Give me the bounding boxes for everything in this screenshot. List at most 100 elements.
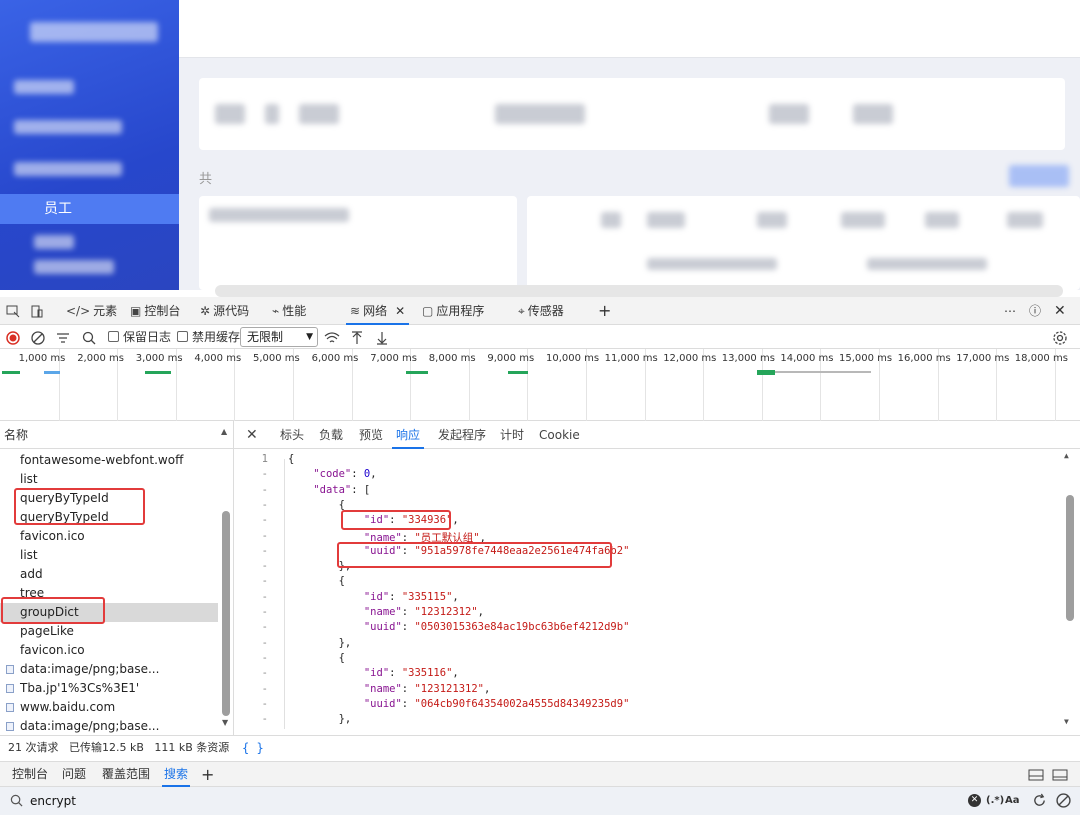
add-tab-icon[interactable]: + <box>598 297 611 325</box>
tab-sources[interactable]: ✲ 源代码 <box>200 297 249 325</box>
checkbox-box[interactable] <box>177 331 188 342</box>
request-row[interactable]: favicon.ico <box>0 527 218 546</box>
device-toggle-icon[interactable] <box>30 297 44 325</box>
drawer-tab-coverage[interactable]: 覆盖范围 <box>102 762 150 787</box>
sort-up-icon[interactable]: ▲ <box>221 427 227 436</box>
clear-icon[interactable] <box>31 325 45 349</box>
close-tab-icon[interactable]: ✕ <box>395 304 405 318</box>
clear-search-icon[interactable]: ✕ <box>968 794 981 807</box>
table-blurred <box>757 212 787 228</box>
line-number: - <box>261 621 268 634</box>
network-overview-timeline[interactable]: 1,000 ms 2,000 ms 3,000 ms 4,000 ms 5,000 ms… <box>0 349 1080 421</box>
sidebar-item-blurred[interactable] <box>34 235 74 249</box>
code-line: { <box>288 651 345 664</box>
tab-network[interactable]: ≋ 网络 ✕ <box>346 297 410 325</box>
response-scrollbar[interactable] <box>1066 495 1074 621</box>
blurred-button[interactable] <box>1009 165 1069 187</box>
line-number: - <box>261 560 268 573</box>
network-toolbar: 保留日志 禁用缓存 无限制 ▼ <box>0 325 1080 349</box>
tab-label: 性能 <box>282 304 307 318</box>
close-devtools-icon[interactable]: ✕ <box>1054 297 1066 325</box>
request-row[interactable]: favicon.ico <box>0 641 218 660</box>
tab-timing[interactable]: 计时 <box>500 421 524 449</box>
sidebar-item-blurred[interactable] <box>14 120 122 134</box>
add-drawer-tab-icon[interactable]: + <box>201 762 214 787</box>
help-icon[interactable]: ⓘ <box>1029 297 1041 325</box>
request-row[interactable]: data:image/png;base... <box>0 660 218 679</box>
tab-elements[interactable]: </> 元素 <box>66 297 117 325</box>
settings-gear-icon[interactable] <box>1052 325 1068 349</box>
tab-performance[interactable]: ⌁ 性能 <box>272 297 306 325</box>
code-line: }, <box>288 636 352 649</box>
code-icon: </> <box>66 304 91 318</box>
search-icon[interactable] <box>82 325 96 349</box>
timeline-tick-label: 13,000 ms <box>721 353 775 364</box>
clear-results-icon[interactable] <box>1056 793 1071 808</box>
tab-application[interactable]: ▢ 应用程序 <box>422 297 484 325</box>
inspect-icon[interactable] <box>6 297 20 325</box>
drawer-tab-console[interactable]: 控制台 <box>12 762 48 787</box>
scroll-up-icon[interactable]: ▲ <box>1064 451 1069 460</box>
search-input[interactable]: encrypt <box>30 787 76 815</box>
timeline-tick-label: 10,000 ms <box>546 353 600 364</box>
app-logo <box>30 22 158 42</box>
record-icon[interactable] <box>6 325 20 349</box>
tab-headers[interactable]: 标头 <box>280 421 304 449</box>
scroll-down-icon[interactable]: ▼ <box>1064 717 1069 726</box>
line-number: - <box>261 544 268 557</box>
request-row[interactable]: list <box>0 470 218 489</box>
timeline-tick-label: 16,000 ms <box>897 353 951 364</box>
throttle-select[interactable]: 无限制 ▼ <box>240 327 318 347</box>
request-list-header[interactable]: 名称 <box>0 421 234 449</box>
drawer-layout-icon[interactable] <box>1052 762 1068 787</box>
filter-icon[interactable] <box>56 325 70 349</box>
tab-console[interactable]: ▣ 控制台 <box>130 297 180 325</box>
tab-preview[interactable]: 预览 <box>359 421 383 449</box>
sidebar-item-blurred[interactable] <box>14 80 74 94</box>
page-horizontal-scrollbar[interactable] <box>215 285 1063 297</box>
network-conditions-icon[interactable] <box>324 325 340 349</box>
tab-initiator[interactable]: 发起程序 <box>438 421 486 449</box>
response-code-view[interactable]: 1{- "code": 0, - "data": [- {- "id": "334… <box>234 449 1080 729</box>
code-line: { <box>288 575 345 588</box>
timeline-tick-label: 15,000 ms <box>839 353 893 364</box>
checkbox-box[interactable] <box>108 331 119 342</box>
import-har-icon[interactable] <box>350 325 364 349</box>
table-blurred <box>601 212 621 228</box>
request-row[interactable]: data:image/png;base... <box>0 717 218 736</box>
disable-cache-checkbox[interactable]: 禁用缓存 <box>177 325 240 349</box>
drawer-tab-search[interactable]: 搜索 <box>162 762 191 787</box>
match-case-toggle[interactable]: Aa <box>1005 787 1020 815</box>
regex-toggle[interactable]: (.*) <box>986 787 1004 815</box>
request-row[interactable]: list <box>0 546 218 565</box>
tab-sensors[interactable]: ⌖ 传感器 <box>518 297 564 325</box>
scroll-down-icon[interactable]: ▼ <box>222 718 228 727</box>
sidebar-item-blurred[interactable] <box>34 260 114 274</box>
sidebar-item-employee[interactable]: 员工 <box>0 194 179 224</box>
drawer-tab-issues[interactable]: 问题 <box>62 762 86 787</box>
export-har-icon[interactable] <box>375 325 389 349</box>
request-row[interactable]: Tba.jp'1%3Cs%3E1' <box>0 679 218 698</box>
close-detail-icon[interactable]: ✕ <box>246 421 258 449</box>
preserve-log-checkbox[interactable]: 保留日志 <box>108 325 171 349</box>
request-row[interactable]: add <box>0 565 218 584</box>
request-row[interactable]: pageLike <box>0 622 218 641</box>
tab-cookie[interactable]: Cookie <box>539 421 580 449</box>
timeline-tick-label: 14,000 ms <box>780 353 834 364</box>
refresh-icon[interactable] <box>1032 793 1047 808</box>
request-list-scrollbar[interactable] <box>222 511 230 716</box>
pretty-print-button[interactable]: { } <box>234 735 1080 759</box>
timeline-tick-label: 4,000 ms <box>194 353 242 364</box>
timeline-tick-label: 17,000 ms <box>956 353 1010 364</box>
filter-blurred <box>265 104 279 124</box>
app-main: 共 <box>179 0 1080 290</box>
tab-payload[interactable]: 负载 <box>319 421 343 449</box>
sensor-icon: ⌖ <box>518 304 525 318</box>
sidebar-item-blurred[interactable] <box>14 162 122 176</box>
dock-icon[interactable] <box>1028 762 1044 787</box>
request-row[interactable]: www.baidu.com <box>0 698 218 717</box>
timeline-tick-label: 9,000 ms <box>487 353 535 364</box>
tab-response[interactable]: 响应 <box>392 421 425 449</box>
more-options-icon[interactable]: ⋯ <box>1004 297 1016 325</box>
request-row[interactable]: fontawesome-webfont.woff <box>0 451 218 470</box>
